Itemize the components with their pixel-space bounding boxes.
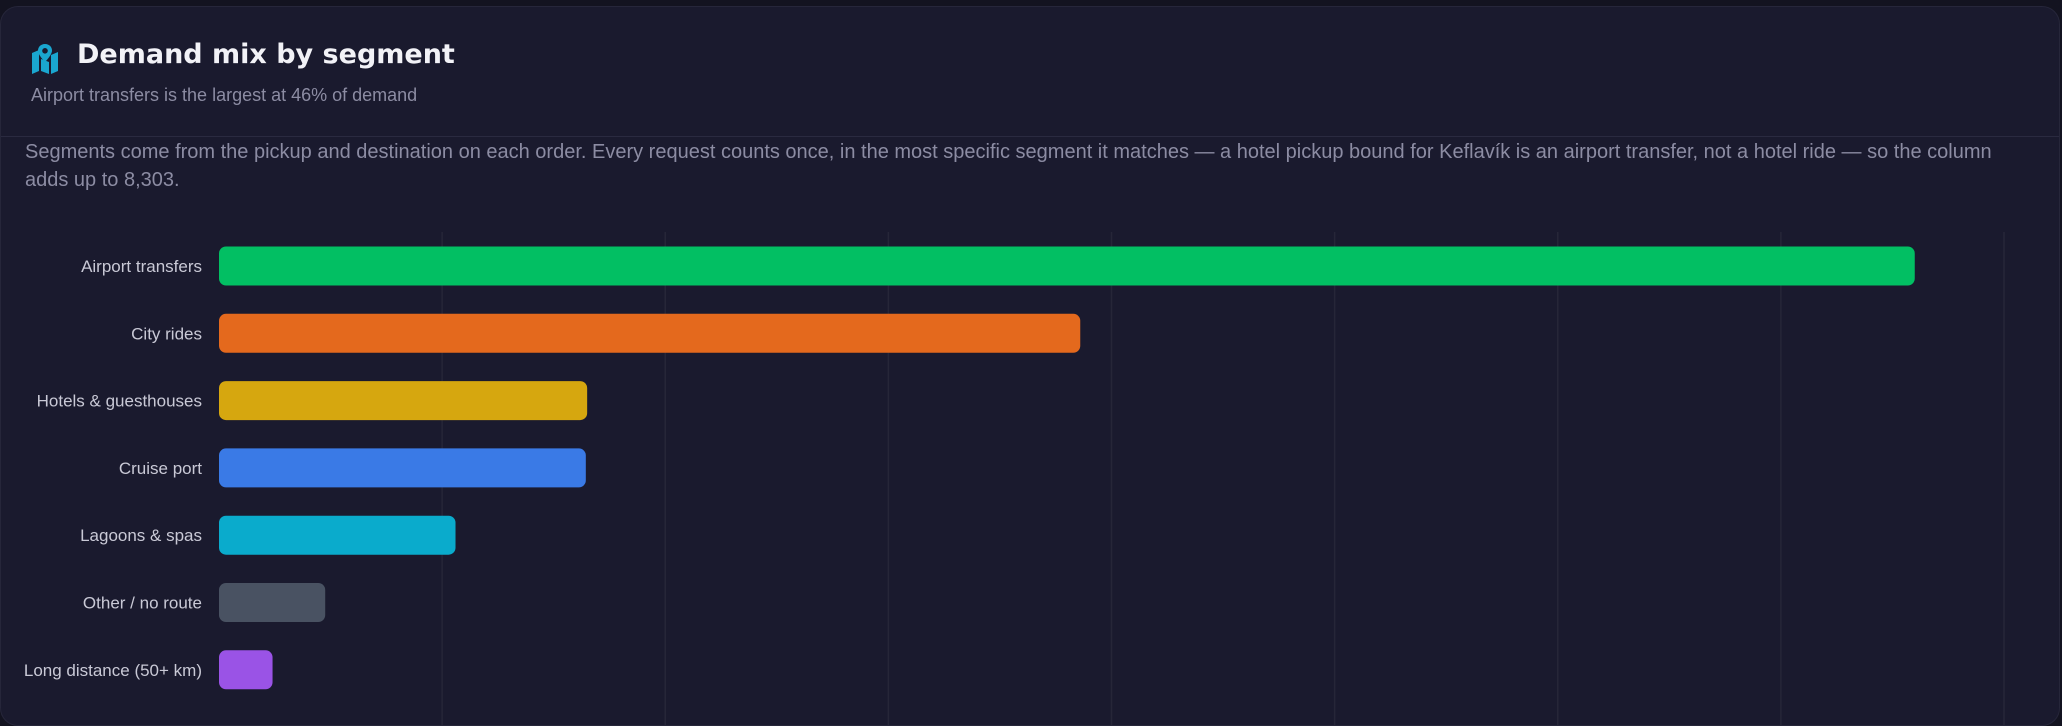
bar[interactable] (219, 381, 588, 421)
bar[interactable] (219, 313, 1081, 353)
category-label: City rides (131, 324, 202, 343)
category-label: Airport transfers (81, 257, 202, 276)
bar[interactable] (219, 650, 273, 690)
category-label: Long distance (50+ km) (24, 661, 202, 680)
bar[interactable] (219, 583, 326, 622)
bar[interactable] (219, 246, 1915, 286)
category-label: Cruise port (119, 459, 202, 478)
category-label: Hotels & guesthouses (37, 392, 202, 411)
chart-card: Demand mix by segment Airport transfers … (0, 6, 2060, 726)
category-label: Other / no route (83, 594, 202, 613)
bar[interactable] (219, 448, 586, 488)
category-label: Lagoons & spas (80, 526, 202, 545)
bar-chart: Airport transfers City rides Hotels & gues… (24, 232, 2005, 725)
bar[interactable] (219, 515, 456, 555)
